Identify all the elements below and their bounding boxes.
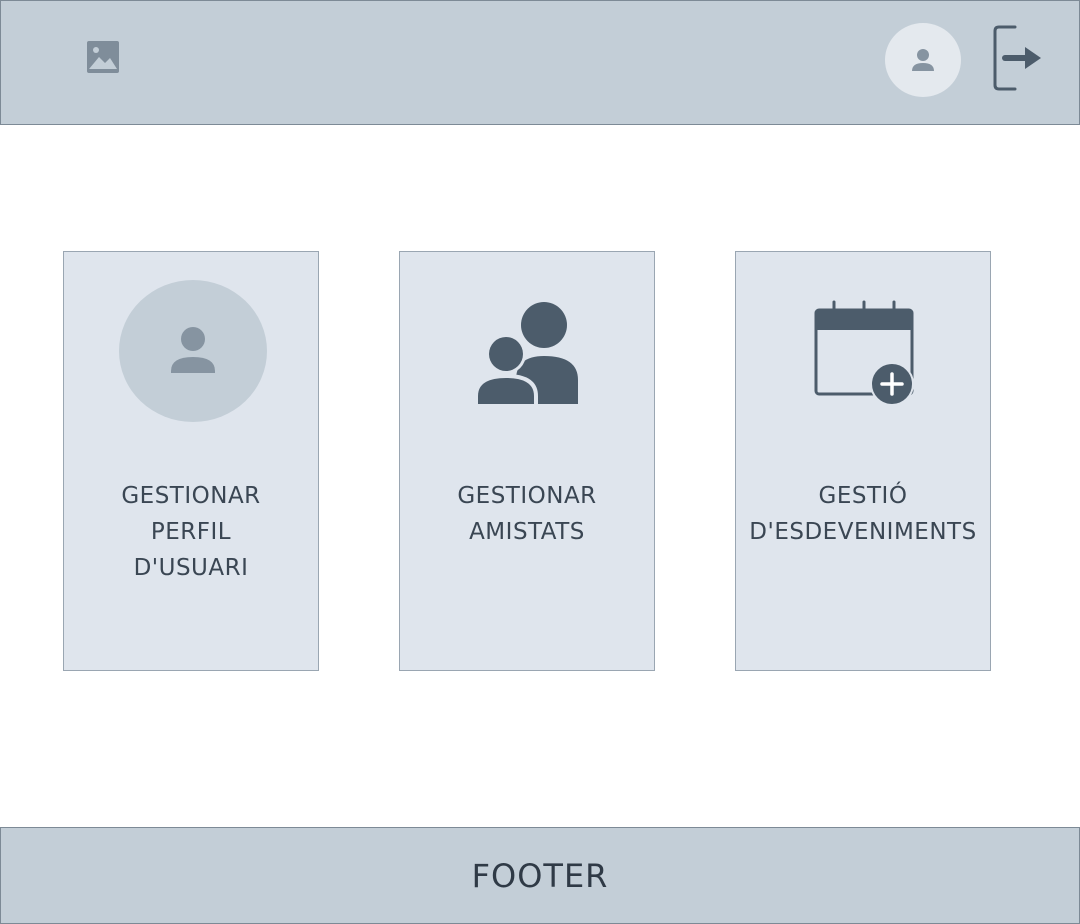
card-label: GESTIONAR PERFIL D'USUARI bbox=[121, 483, 261, 581]
manage-friends-card[interactable]: GESTIONAR AMISTATS bbox=[399, 251, 655, 671]
calendar-add-icon bbox=[814, 300, 916, 406]
image-placeholder-icon bbox=[85, 39, 121, 75]
page: GESTIONAR PERFIL D'USUARI GESTIONAR AMIS… bbox=[0, 0, 1080, 924]
user-icon bbox=[912, 49, 934, 71]
user-avatar-icon bbox=[119, 280, 267, 422]
logout-button[interactable] bbox=[993, 25, 1043, 91]
friends-icon bbox=[476, 300, 580, 406]
manage-profile-card[interactable]: GESTIONAR PERFIL D'USUARI bbox=[63, 251, 319, 671]
manage-events-card[interactable]: GESTIÓ D'ESDEVENIMENTS bbox=[735, 251, 991, 671]
card-label: GESTIÓ D'ESDEVENIMENTS bbox=[749, 483, 977, 545]
header-bar bbox=[0, 0, 1080, 125]
footer: FOOTER bbox=[0, 827, 1080, 924]
user-avatar-button[interactable] bbox=[885, 23, 961, 97]
footer-label: FOOTER bbox=[471, 856, 609, 895]
logout-icon bbox=[993, 25, 1041, 91]
card-label: GESTIONAR AMISTATS bbox=[457, 483, 597, 545]
